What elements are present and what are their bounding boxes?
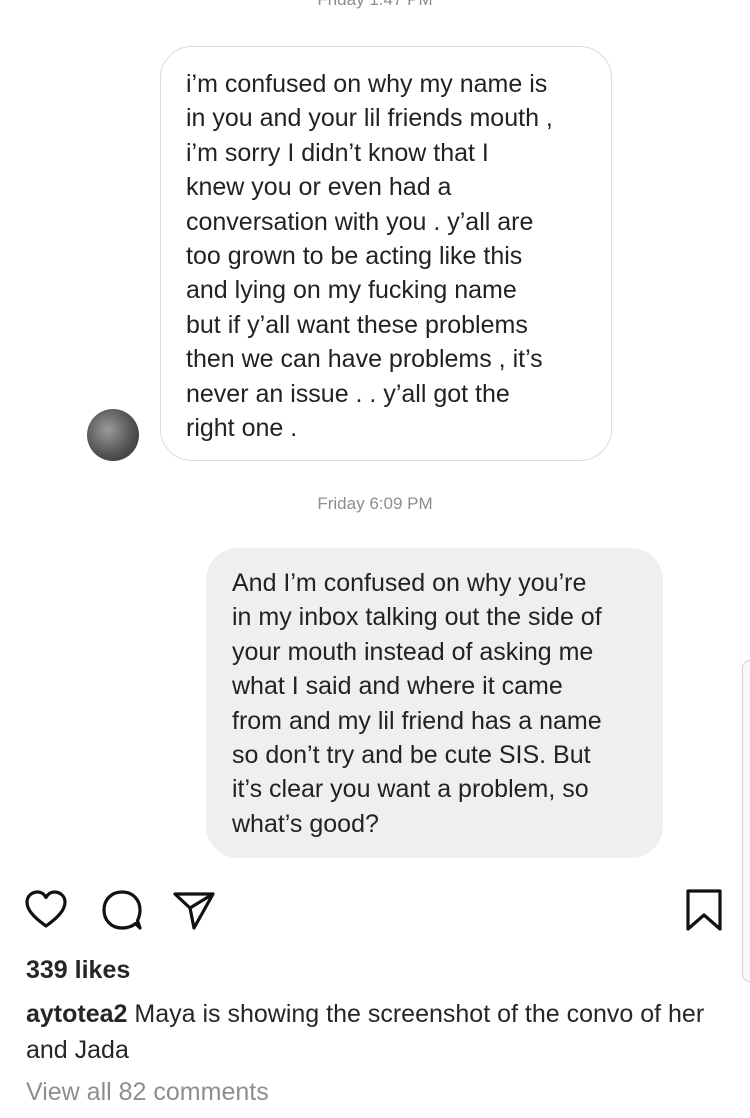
bookmark-outline-icon [686,889,722,931]
timestamp-top: Friday 1:47 PM [0,0,750,10]
share-button[interactable] [172,888,216,932]
dm-screenshot-image: Friday 1:47 PM i’m confused on why my na… [0,0,750,870]
likes-count[interactable]: 339 likes [26,956,130,985]
post-caption: aytotea2 Maya is showing the screenshot … [26,996,716,1068]
avatar [87,409,139,461]
paper-plane-icon [173,892,215,930]
view-all-comments-link[interactable]: View all 82 comments [26,1078,269,1107]
comment-bubble-icon [102,890,142,930]
timestamp-middle: Friday 6:09 PM [317,494,433,513]
outgoing-message-bubble: And I’m confused on why you’re in my inb… [206,548,663,858]
incoming-message-bubble: i’m confused on why my name is in you an… [160,46,612,461]
caption-text: Maya is showing the screenshot of the co… [26,1000,705,1064]
save-button[interactable] [682,888,726,932]
heart-outline-icon [25,890,67,928]
comment-button[interactable] [100,888,144,932]
caption-username[interactable]: aytotea2 [26,1000,127,1028]
like-button[interactable] [24,888,68,932]
post-action-bar [0,888,750,948]
